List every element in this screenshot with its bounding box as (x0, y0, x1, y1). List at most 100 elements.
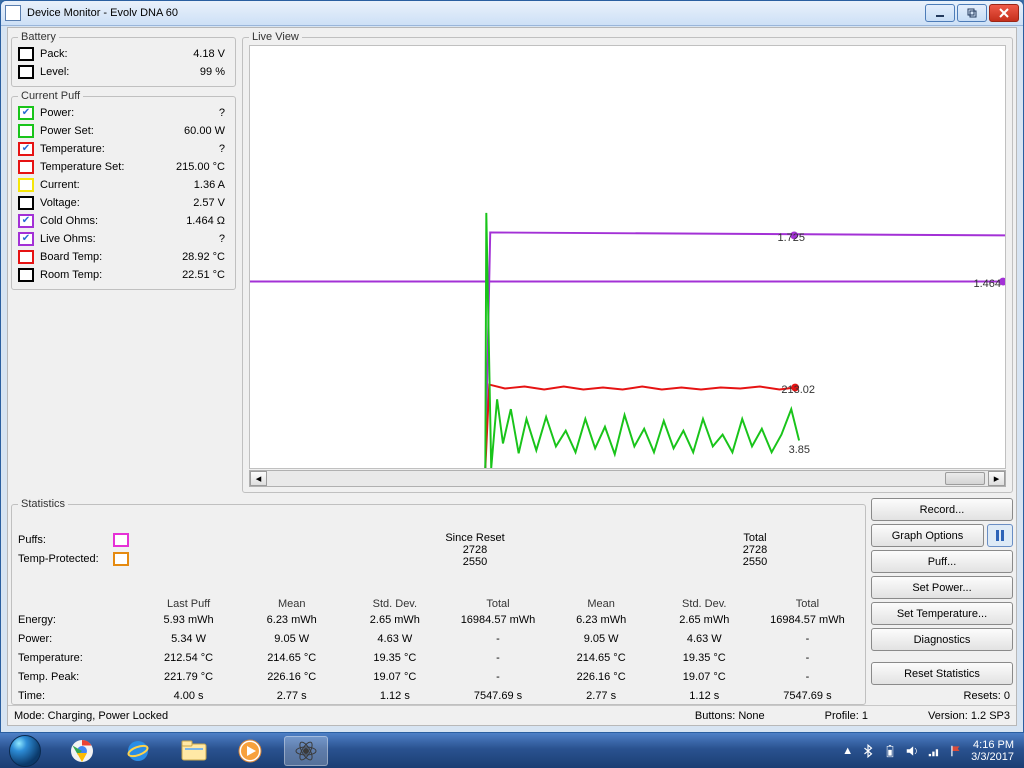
taskbar-media-player-icon[interactable] (228, 736, 272, 766)
set-temperature-button[interactable]: Set Temperature... (871, 602, 1013, 625)
status-bar: Mode: Charging, Power Locked Buttons: No… (8, 705, 1016, 725)
app-window: Device Monitor - Evolv DNA 60 Battery Pa… (0, 0, 1024, 733)
tray-network-icon[interactable] (927, 744, 941, 758)
stats-cell: 214.65 °C (240, 652, 343, 664)
record-button[interactable]: Record... (871, 498, 1013, 521)
scroll-left-button[interactable]: ◂ (250, 471, 267, 486)
tray-volume-icon[interactable] (905, 744, 919, 758)
puff-checkbox[interactable] (18, 178, 34, 192)
stats-cell: - (756, 671, 859, 683)
battery-label: Pack: (40, 48, 150, 60)
stats-cell: 1.12 s (343, 690, 446, 702)
puff-row: Temperature Set:215.00 °C (18, 158, 229, 176)
status-buttons: Buttons: None (695, 710, 765, 722)
battery-checkbox[interactable] (18, 47, 34, 61)
puff-row: Voltage:2.57 V (18, 194, 229, 212)
taskbar-ie-icon[interactable] (116, 736, 160, 766)
minimize-button[interactable] (925, 4, 955, 22)
status-profile: Profile: 1 (825, 710, 868, 722)
stats-cell: 6.23 mWh (240, 614, 343, 626)
stats-cell: 2.77 s (240, 690, 343, 702)
puff-value: ? (150, 233, 229, 245)
annot-cold-ohms: 1.464 (973, 278, 1001, 290)
resets-count: Resets: 0 (871, 690, 1013, 702)
reset-statistics-button[interactable]: Reset Statistics (871, 662, 1013, 685)
puff-value: 1.36 A (150, 179, 229, 191)
status-version: Version: 1.2 SP3 (928, 710, 1010, 722)
start-button[interactable] (2, 735, 48, 767)
battery-value: 4.18 V (150, 48, 229, 60)
tempprot-checkbox[interactable] (113, 552, 129, 566)
tray-flag-icon[interactable] (949, 744, 963, 758)
battery-label: Level: (40, 66, 150, 78)
taskbar-chrome-icon[interactable] (60, 736, 104, 766)
status-mode: Mode: Charging, Power Locked (14, 710, 168, 722)
scroll-thumb[interactable] (945, 472, 985, 485)
tray-clock[interactable]: 4:16 PM 3/3/2017 (971, 739, 1018, 763)
col-std2: Std. Dev. (653, 598, 756, 610)
puff-label: Live Ohms: (40, 233, 150, 245)
stats-row: Time:4.00 s2.77 s1.12 s7547.69 s2.77 s1.… (18, 686, 859, 705)
stats-cell: 19.35 °C (653, 652, 756, 664)
tray-bluetooth-icon[interactable] (861, 744, 875, 758)
pause-button[interactable] (987, 524, 1013, 547)
col-mean1: Mean (240, 598, 343, 610)
set-power-button[interactable]: Set Power... (871, 576, 1013, 599)
puff-label: Cold Ohms: (40, 215, 150, 227)
puff-row: Power:? (18, 104, 229, 122)
col-mean2: Mean (550, 598, 653, 610)
puff-value: 215.00 °C (150, 161, 229, 173)
puff-checkbox[interactable] (18, 124, 34, 138)
stats-cell: 4.63 W (343, 633, 446, 645)
titlebar[interactable]: Device Monitor - Evolv DNA 60 (1, 1, 1023, 26)
puff-checkbox[interactable] (18, 250, 34, 264)
puff-value: 2.57 V (150, 197, 229, 209)
tray-chevron-up-icon[interactable]: ▲ (842, 745, 853, 757)
stats-row-name: Time: (18, 690, 113, 702)
puff-checkbox[interactable] (18, 196, 34, 210)
puff-checkbox[interactable] (18, 232, 34, 246)
puff-label: Power: (40, 107, 150, 119)
puff-checkbox[interactable] (18, 106, 34, 120)
stats-cell: 19.35 °C (343, 652, 446, 664)
puff-value: 1.464 Ω (150, 215, 229, 227)
puff-label: Temperature: (40, 143, 150, 155)
battery-checkbox[interactable] (18, 65, 34, 79)
graph-options-button[interactable]: Graph Options (871, 524, 984, 547)
scroll-right-button[interactable]: ▸ (988, 471, 1005, 486)
stats-row: Temp. Peak:221.79 °C226.16 °C19.07 °C-22… (18, 667, 859, 686)
battery-value: 99 % (150, 66, 229, 78)
puffs-checkbox[interactable] (113, 533, 129, 547)
stats-cell: 212.54 °C (137, 652, 240, 664)
diagnostics-button[interactable]: Diagnostics (871, 628, 1013, 651)
puff-label: Temperature Set: (40, 161, 150, 173)
taskbar-explorer-icon[interactable] (172, 736, 216, 766)
battery-row: Pack:4.18 V (18, 45, 229, 63)
stats-cell: 2.77 s (550, 690, 653, 702)
annot-power: 3.85 (789, 444, 810, 456)
taskbar-app-icon[interactable] (284, 736, 328, 766)
stats-cell: 16984.57 mWh (446, 614, 549, 626)
puffs-sr: 2728 (335, 544, 615, 556)
puff-checkbox[interactable] (18, 268, 34, 282)
puff-checkbox[interactable] (18, 160, 34, 174)
puff-value: ? (150, 107, 229, 119)
puff-value: 22.51 °C (150, 269, 229, 281)
tp-sr: 2550 (335, 556, 615, 568)
close-button[interactable] (989, 4, 1019, 22)
live-scrollbar[interactable]: ◂ ▸ (249, 470, 1006, 487)
annot-live-ohms: 1.725 (777, 232, 805, 244)
tray-battery-icon[interactable] (883, 744, 897, 758)
maximize-button[interactable] (957, 4, 987, 22)
statistics-group: Statistics Since Reset Total 2728 2728 2… (11, 498, 866, 705)
puff-button[interactable]: Puff... (871, 550, 1013, 573)
tp-tot: 2550 (615, 556, 895, 568)
taskbar[interactable]: ▲ 4:16 PM 3/3/2017 (0, 733, 1024, 768)
puff-checkbox[interactable] (18, 214, 34, 228)
stats-row-name: Energy: (18, 614, 113, 626)
app-icon (5, 5, 21, 21)
system-tray[interactable]: ▲ 4:16 PM 3/3/2017 (842, 739, 1018, 763)
puff-row: Board Temp:28.92 °C (18, 248, 229, 266)
puff-checkbox[interactable] (18, 142, 34, 156)
battery-group: Battery Pack:4.18 VLevel:99 % (11, 31, 236, 87)
